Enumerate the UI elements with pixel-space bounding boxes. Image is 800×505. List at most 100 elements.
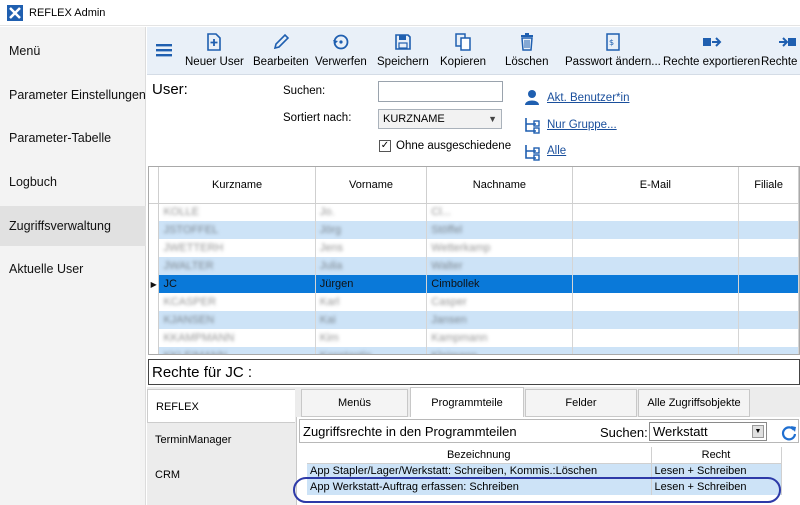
table-row-selected[interactable]: ▶ JC Jürgen Cimbollek (149, 275, 799, 293)
cell-recht[interactable]: Lesen + Schreiben (651, 463, 782, 479)
cell-filiale (738, 221, 799, 239)
row-indicator (149, 347, 160, 354)
discard-button[interactable]: Verwerfen (315, 30, 367, 72)
cell-filiale (738, 311, 799, 329)
category-terminmanager[interactable]: TerminManager (147, 423, 295, 457)
cell-kurzname: JSTOFFEL (158, 221, 316, 239)
cell-vorname: Jürgen (315, 275, 428, 293)
table-row[interactable]: JWETTERH Jens Wetterkamp (149, 239, 799, 257)
cell-filiale (738, 257, 799, 275)
window-title: REFLEX Admin (29, 6, 106, 19)
rights-table: Bezeichnung Recht App Stapler/Lager/Werk… (307, 447, 782, 495)
cell-kurzname: KKLEIMANN (158, 347, 316, 354)
programmteile-panel: Zugriffsrechte in den Programmteilen Suc… (296, 417, 800, 505)
rights-search-combobox[interactable]: Werkstatt ▼ (649, 422, 767, 441)
cell-kurzname: KCASPER (158, 293, 316, 311)
copy-button[interactable]: Kopieren (440, 30, 486, 72)
nav-item-parameter-tabelle[interactable]: Parameter-Tabelle (0, 118, 146, 158)
table-row[interactable]: JSTOFFEL Jörg Stöffel (149, 221, 799, 239)
sort-select[interactable]: KURZNAME ▼ (378, 109, 502, 129)
tab-menus[interactable]: Menüs (301, 389, 408, 417)
nav-item-zugriffsverwaltung[interactable]: Zugriffsverwaltung (0, 206, 146, 246)
nav-item-label: Logbuch (9, 175, 57, 189)
hide-retired-label: Ohne ausgeschiedene (396, 140, 512, 152)
row-indicator (149, 257, 160, 275)
table-row[interactable]: KCASPER Karl Casper (149, 293, 799, 311)
column-header-nachname[interactable]: Nachname (426, 167, 573, 204)
new-document-icon (207, 33, 222, 51)
category-crm[interactable]: CRM (147, 458, 295, 492)
cell-filiale (738, 329, 799, 347)
column-header-kurzname[interactable]: Kurzname (158, 167, 316, 204)
undo-icon (332, 34, 349, 50)
cell-filiale (738, 203, 799, 221)
cell-nachname: Cl... (426, 203, 573, 221)
save-button[interactable]: Speichern (377, 30, 429, 72)
user-table-header: Kurzname Vorname Nachname E-Mail Filiale (149, 167, 799, 204)
rights-row[interactable]: App Werkstatt-Auftrag erfassen: Schreibe… (307, 479, 782, 495)
import-icon (778, 37, 796, 47)
table-row[interactable]: KKAMPMANN Kim Kampmann (149, 329, 799, 347)
export-rights-button[interactable]: Rechte exportieren (663, 30, 760, 72)
search-input[interactable] (378, 81, 503, 102)
group-only-link[interactable]: Nur Gruppe... (547, 119, 617, 131)
edit-label: Bearbeiten (253, 56, 309, 68)
column-header-email[interactable]: E-Mail (572, 167, 740, 204)
hamburger-menu-icon[interactable] (155, 41, 173, 59)
table-row[interactable]: KJANSEN Kai Jansen (149, 311, 799, 329)
edit-button[interactable]: Bearbeiten (253, 30, 309, 72)
hide-retired-checkbox[interactable]: ✓ (379, 140, 391, 152)
delete-button[interactable]: Löschen (505, 30, 548, 72)
delete-label: Löschen (505, 56, 549, 68)
change-password-button[interactable]: $ Passwort ändern... (565, 30, 661, 72)
cell-kurzname: JC (158, 275, 316, 293)
floppy-disk-icon (395, 34, 411, 50)
row-indicator (149, 329, 160, 347)
reflex-logo-icon (7, 4, 23, 21)
nav-item-aktuelle-user[interactable]: Aktuelle User (0, 249, 146, 289)
nav-item-logbuch[interactable]: Logbuch (0, 162, 146, 202)
cell-kurzname: JWALTER (158, 257, 316, 275)
row-indicator (149, 293, 160, 311)
chevron-down-icon: ▼ (488, 114, 497, 124)
title-bar: REFLEX Admin (0, 0, 800, 26)
rights-more-button[interactable]: Rechte im (761, 30, 800, 72)
nav-item-label: Zugriffsverwaltung (9, 219, 111, 233)
left-navigation: Menü Parameter Einstellungen Parameter-T… (0, 27, 146, 505)
cell-email (572, 203, 740, 221)
export-icon (702, 37, 721, 47)
cell-email (572, 221, 740, 239)
table-row[interactable]: JWALTER Julia Walter (149, 257, 799, 275)
rights-row[interactable]: App Stapler/Lager/Werkstatt: Schreiben, … (307, 463, 782, 479)
rights-table-header: Bezeichnung Recht (307, 447, 782, 464)
row-indicator (149, 203, 160, 221)
column-header-vorname[interactable]: Vorname (315, 167, 428, 204)
cell-nachname: Cimbollek (426, 275, 573, 293)
column-header-bezeichnung[interactable]: Bezeichnung (307, 447, 652, 464)
chevron-down-icon[interactable]: ▼ (752, 425, 764, 438)
cell-recht[interactable]: Lesen + Schreiben (651, 479, 782, 495)
refresh-icon[interactable] (780, 424, 798, 442)
table-row[interactable]: KKLEIMANN Konstantin Kleimann (149, 347, 799, 354)
tab-programmteile[interactable]: Programmteile (410, 387, 524, 418)
cell-email (572, 239, 740, 257)
current-user-link[interactable]: Akt. Benutzer*in (547, 92, 629, 104)
all-link[interactable]: Alle (547, 145, 566, 157)
table-row[interactable]: KOLLE Jo. Cl... (149, 203, 799, 221)
nav-item-menu[interactable]: Menü (0, 31, 146, 71)
cell-nachname: Kampmann (426, 329, 573, 347)
column-header-recht[interactable]: Recht (651, 447, 782, 464)
nav-item-parameter-einstellungen[interactable]: Parameter Einstellungen (0, 75, 146, 115)
cell-email (572, 257, 740, 275)
column-header-filiale[interactable]: Filiale (738, 167, 799, 204)
nav-item-label: Aktuelle User (9, 262, 84, 276)
copy-icon (455, 33, 471, 51)
new-user-button[interactable]: Neuer User (185, 30, 244, 72)
cell-filiale (738, 293, 799, 311)
row-indicator (149, 239, 160, 257)
password-form-icon: $ (606, 33, 620, 51)
tab-alle-zugriffsobjekte[interactable]: Alle Zugriffsobjekte (638, 389, 750, 417)
category-reflex[interactable]: REFLEX (147, 389, 295, 423)
tab-felder[interactable]: Felder (525, 389, 637, 417)
row-indicator (149, 311, 160, 329)
